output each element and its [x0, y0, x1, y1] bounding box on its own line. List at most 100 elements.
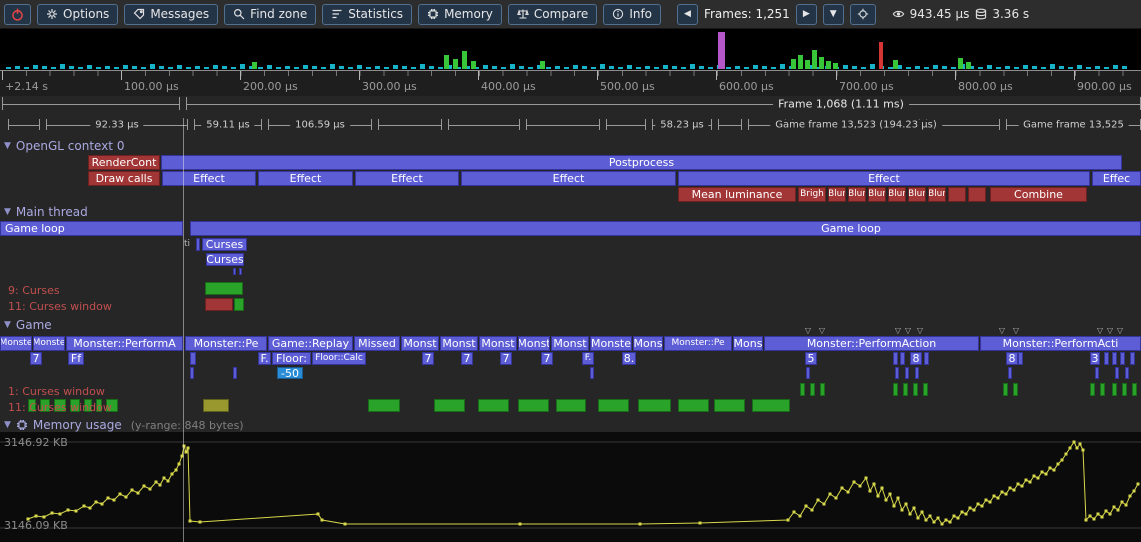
frame-bar[interactable] — [654, 67, 659, 69]
frame-span[interactable] — [378, 119, 442, 130]
zone[interactable]: 3 — [1090, 352, 1100, 365]
frame-bar[interactable] — [893, 60, 898, 69]
frame-span[interactable] — [718, 119, 742, 130]
zone[interactable]: Game loop — [190, 221, 1141, 236]
frame-span[interactable] — [2, 97, 180, 110]
frame-bar[interactable] — [252, 62, 257, 69]
zone[interactable]: F. — [582, 352, 594, 365]
frame-bar[interactable] — [771, 67, 776, 69]
frame-bar[interactable] — [96, 67, 101, 69]
frame-bar[interactable] — [510, 64, 515, 69]
zone[interactable] — [1018, 352, 1023, 365]
frame-bar[interactable] — [744, 67, 749, 69]
zone[interactable]: Curses — [202, 238, 247, 251]
zone[interactable] — [800, 383, 805, 396]
section-game-header[interactable]: ▼ Game — [4, 318, 52, 332]
zone[interactable]: Monst — [440, 336, 478, 351]
zone[interactable]: 7 — [422, 352, 434, 365]
frame-bar[interactable] — [105, 66, 110, 69]
message-marker-icon[interactable]: ▽ — [1097, 327, 1103, 335]
frame-bar[interactable] — [726, 67, 731, 69]
frame-bar[interactable] — [222, 66, 227, 69]
frame-bar[interactable] — [573, 65, 578, 69]
zone[interactable] — [434, 399, 465, 412]
frame-bar[interactable] — [618, 67, 623, 69]
frame-span[interactable]: Game frame 13,525 — [1006, 119, 1141, 130]
frame-bar[interactable] — [195, 66, 200, 69]
frame-bar[interactable] — [672, 66, 677, 69]
zone[interactable]: Combine — [990, 187, 1087, 202]
frame-bar[interactable] — [582, 66, 587, 69]
collapse-icon[interactable]: ▼ — [4, 321, 11, 330]
zone[interactable]: Monst — [551, 336, 589, 351]
zone[interactable]: Blur — [888, 187, 906, 202]
find-zone-button[interactable]: Find zone — [224, 4, 316, 25]
frame-bar[interactable] — [819, 57, 824, 69]
zone[interactable]: Monst — [479, 336, 517, 351]
collapse-icon[interactable]: ▼ — [4, 421, 11, 430]
zone[interactable]: F. — [258, 352, 271, 365]
frame-bar[interactable] — [69, 66, 74, 69]
frame-bar[interactable] — [852, 66, 857, 69]
frame-bar[interactable] — [609, 66, 614, 69]
frame-bar[interactable] — [540, 61, 545, 69]
frame-bar[interactable] — [762, 66, 767, 69]
info-button[interactable]: Info — [603, 4, 661, 25]
frame-bar[interactable] — [51, 67, 56, 69]
frame-bar[interactable] — [708, 67, 713, 69]
zone[interactable] — [1095, 367, 1099, 379]
frame-bar[interactable] — [1014, 67, 1019, 69]
frame-bar[interactable] — [357, 65, 362, 69]
section-memory-header[interactable]: ▼ Memory usage (y-range: 848 bytes) — [4, 418, 244, 432]
zone[interactable]: Monster::PerformA — [66, 336, 183, 351]
zone[interactable] — [556, 399, 586, 412]
memory-button[interactable]: Memory — [418, 4, 502, 25]
frame-span[interactable]: 106.59 μs — [268, 119, 372, 130]
frame-bar[interactable] — [204, 67, 209, 69]
zone[interactable] — [233, 268, 236, 275]
zone[interactable]: Game::Replay — [268, 336, 353, 351]
frame-span[interactable] — [8, 119, 40, 130]
frame-bar[interactable] — [564, 67, 569, 69]
frame-bar[interactable] — [159, 66, 164, 69]
frame-bar[interactable] — [833, 63, 838, 69]
zone[interactable] — [968, 187, 986, 202]
frame-bar[interactable] — [177, 65, 182, 69]
zone[interactable] — [590, 367, 594, 379]
frame-bar[interactable] — [1122, 66, 1127, 69]
frame-bar[interactable] — [951, 67, 956, 69]
frame-bar[interactable] — [444, 55, 449, 69]
frame-bar[interactable] — [690, 64, 695, 69]
zone[interactable]: Monst — [401, 336, 439, 351]
message-marker-icon[interactable]: ▽ — [1107, 327, 1113, 335]
zone[interactable] — [900, 352, 905, 365]
frame-bar[interactable] — [1041, 67, 1046, 69]
frame-span[interactable]: Game frame 13,523 (194.23 μs) — [792, 119, 920, 130]
frame-bar[interactable] — [906, 67, 911, 69]
frame-bar[interactable] — [429, 66, 434, 69]
zone[interactable]: Blur — [828, 187, 846, 202]
zone[interactable] — [678, 399, 709, 412]
zone[interactable]: Effect — [678, 171, 1090, 186]
zone[interactable] — [893, 352, 898, 365]
zone[interactable] — [518, 399, 549, 412]
zone[interactable] — [478, 399, 509, 412]
zone[interactable]: Curses — [206, 253, 244, 266]
frame-bar[interactable] — [966, 62, 971, 69]
frame-span[interactable] — [606, 119, 646, 130]
zone[interactable] — [190, 352, 196, 365]
frame-bar[interactable] — [958, 58, 963, 69]
message-marker-icon[interactable]: ▽ — [999, 327, 1005, 335]
memory-plot[interactable] — [0, 433, 1141, 533]
frame-bar[interactable] — [1095, 66, 1100, 69]
zone[interactable] — [1100, 383, 1105, 396]
zone[interactable] — [903, 383, 908, 396]
zone[interactable] — [233, 367, 237, 379]
zone[interactable] — [895, 367, 899, 379]
zone[interactable] — [905, 367, 909, 379]
zone[interactable]: 5 — [805, 352, 817, 365]
zone[interactable] — [1112, 352, 1117, 365]
zone[interactable]: Monster::Pe — [664, 336, 732, 351]
frame-span[interactable] — [448, 119, 520, 130]
frame-bar[interactable] — [213, 65, 218, 69]
